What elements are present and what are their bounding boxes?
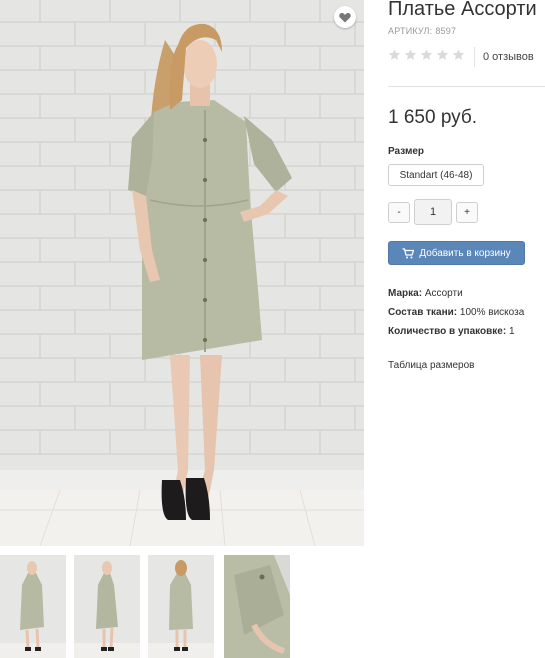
- cart-icon: [402, 247, 415, 258]
- product-price: 1 650 руб.: [388, 107, 478, 128]
- star-icon[interactable]: [420, 48, 433, 61]
- star-icon[interactable]: [452, 48, 465, 61]
- spec-value: Ассорти: [424, 288, 463, 299]
- main-product-image[interactable]: [0, 0, 364, 546]
- size-table-link[interactable]: Таблица размеров: [388, 360, 474, 371]
- sku-label: АРТИКУЛ:: [388, 26, 433, 36]
- thumbnail-back[interactable]: [148, 555, 214, 658]
- product-sku: АРТИКУЛ: 8597: [388, 26, 456, 36]
- star-icon[interactable]: [436, 48, 449, 61]
- product-title: Платье Ассорти: [388, 0, 537, 20]
- thumbnail-side[interactable]: [74, 555, 140, 658]
- reviews-count-link[interactable]: 0 отзывов: [483, 51, 534, 63]
- heart-icon: [339, 12, 351, 22]
- spec-fabric: Состав ткани: 100% вискоза: [388, 307, 524, 318]
- quantity-increase-button[interactable]: +: [456, 202, 478, 223]
- thumbnail-front[interactable]: [0, 555, 66, 658]
- star-icon[interactable]: [404, 48, 417, 61]
- section-divider: [388, 86, 545, 87]
- size-option-button[interactable]: Standart (46-48): [388, 164, 484, 186]
- size-label: Размер: [388, 146, 425, 157]
- rating-stars[interactable]: [388, 48, 465, 61]
- spec-brand: Марка: Ассорти: [388, 288, 463, 299]
- quantity-decrease-button[interactable]: -: [388, 202, 410, 223]
- star-icon[interactable]: [388, 48, 401, 61]
- reviews-divider: [474, 47, 475, 67]
- spec-key: Количество в упаковке:: [388, 326, 507, 337]
- spec-value: 1: [508, 326, 515, 337]
- wishlist-heart-button[interactable]: [334, 6, 356, 28]
- add-to-cart-label: Добавить в корзину: [419, 247, 511, 259]
- spec-key: Состав ткани:: [388, 307, 458, 318]
- quantity-input[interactable]: [414, 199, 452, 225]
- spec-value: 100% вискоза: [459, 307, 525, 318]
- add-to-cart-button[interactable]: Добавить в корзину: [388, 241, 525, 265]
- thumbnail-sleeve-detail[interactable]: [224, 555, 290, 658]
- sku-value: 8597: [435, 26, 457, 36]
- spec-key: Марка:: [388, 288, 423, 299]
- spec-pack-quantity: Количество в упаковке: 1: [388, 326, 515, 337]
